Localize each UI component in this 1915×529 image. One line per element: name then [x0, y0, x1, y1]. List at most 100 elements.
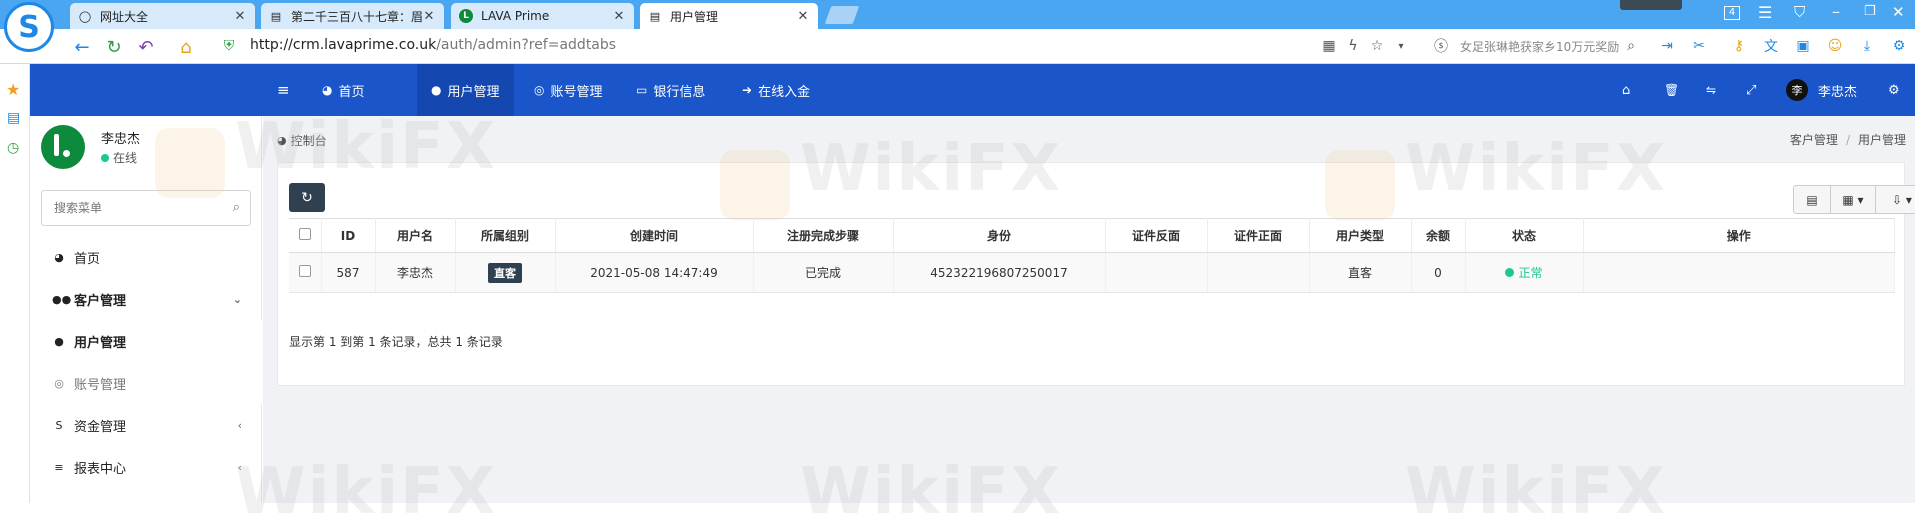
column-header[interactable]: 创建时间	[555, 218, 754, 253]
dashboard-icon: ◕	[322, 83, 333, 97]
fullscreen-icon[interactable]: ⤢	[1746, 64, 1756, 116]
restore-icon[interactable]: ❐	[1864, 4, 1876, 19]
minimize-icon[interactable]: –	[1832, 2, 1840, 21]
language-icon[interactable]: ⇋	[1706, 64, 1716, 116]
table-row[interactable]: 587 李忠杰 直客 2021-05-08 14:47:49 已完成 45232…	[289, 252, 1895, 293]
cell-created: 2021-05-08 14:47:49	[555, 252, 754, 293]
bolt-icon[interactable]: ϟ	[1344, 37, 1362, 55]
globe-icon: ◯	[78, 9, 92, 23]
refresh-button[interactable]: ↻	[289, 183, 325, 212]
search-hint[interactable]: 女足张琳艳获家乡10万元奖励	[1460, 38, 1619, 55]
column-header[interactable]: 用户类型	[1309, 218, 1412, 253]
nav-account-management[interactable]: ◎ 账号管理	[534, 64, 603, 116]
sidebar-item-account-management[interactable]: ◎ 账号管理	[30, 362, 262, 404]
trash-icon[interactable]: 🗑	[1664, 64, 1679, 116]
undo-icon[interactable]: ↶	[134, 35, 158, 59]
columns-button[interactable]: ▦ ▾	[1830, 185, 1876, 214]
settings-icon[interactable]: ⚙	[1888, 64, 1900, 116]
pagination-info: 显示第 1 到第 1 条记录，总共 1 条记录	[289, 335, 503, 349]
user-status-label: 在线	[113, 151, 138, 165]
tab-title: 第二千三百八十七章：眉	[291, 9, 422, 24]
translate-icon[interactable]: 文	[1762, 37, 1780, 55]
menu-icon[interactable]: ☰	[1758, 3, 1772, 22]
close-icon[interactable]: ✕	[422, 9, 436, 24]
history-icon[interactable]: ◷	[7, 140, 19, 156]
bookmark-icon[interactable]: ▣	[1794, 37, 1812, 55]
sidebar-item-customer-management[interactable]: ●● 客户管理 ⌄	[30, 278, 262, 320]
toggle-view-button[interactable]: ▤	[1793, 185, 1831, 214]
login-icon[interactable]: ⇥	[1658, 37, 1676, 55]
tab-3[interactable]: ▤ 用户管理 ✕	[640, 3, 818, 29]
sidebar-item-user-management[interactable]: ● 用户管理	[30, 320, 262, 362]
nav-user-management[interactable]: ● 用户管理	[417, 64, 514, 116]
account-icon: ◎	[534, 83, 545, 97]
toolbar-widget[interactable]	[1620, 0, 1682, 10]
menu-toggle-icon[interactable]: ≡	[277, 64, 290, 116]
search-engine-icon[interactable]: ⓢ	[1432, 37, 1450, 55]
close-icon[interactable]: ✕	[796, 9, 810, 24]
user-table: ID 用户名 所属组别 创建时间 注册完成步骤 身份 证件反面 证件正面 用户类…	[289, 218, 1895, 293]
browser-tab-bar: S ◯ 网址大全 ✕ ▤ 第二千三百八十七章：眉 ✕ L LAVA Prime …	[0, 0, 1915, 52]
scissors-icon[interactable]: ✂	[1690, 37, 1708, 55]
menu-search-input[interactable]	[42, 191, 202, 225]
breadcrumb-item[interactable]: 客户管理	[1790, 133, 1838, 147]
sidebar-item-report-center[interactable]: ≡ 报表中心 ‹	[30, 446, 262, 488]
grid-icon: ▦ ▾	[1842, 192, 1864, 207]
group-badge: 直客	[488, 262, 522, 283]
skin-icon[interactable]: ⛉	[1794, 3, 1805, 21]
cell-id: 587	[321, 252, 376, 293]
emoji-icon[interactable]: ☺	[1826, 37, 1844, 55]
reading-icon[interactable]: ▤	[7, 110, 20, 126]
column-header[interactable]: 用户名	[375, 218, 456, 253]
deposit-icon: ➜	[742, 83, 753, 97]
favorites-icon[interactable]: ★	[6, 80, 20, 99]
secure-shield-icon[interactable]: ⛨	[220, 37, 238, 55]
chevron-down-icon: ⌄	[232, 292, 242, 306]
tab-2[interactable]: L LAVA Prime ✕	[451, 3, 634, 29]
column-header[interactable]: 证件反面	[1105, 218, 1208, 253]
search-icon[interactable]: ⌕	[233, 200, 240, 215]
reload-icon[interactable]: ↻	[102, 35, 126, 59]
column-header[interactable]: 所属组别	[455, 218, 556, 253]
select-all-checkbox[interactable]	[298, 228, 311, 240]
column-header[interactable]: 身份	[893, 218, 1106, 253]
export-button[interactable]: ⇩ ▾	[1875, 185, 1915, 214]
dropdown-icon[interactable]: ▾	[1392, 37, 1410, 55]
avatar	[41, 125, 85, 169]
column-header[interactable]: 余额	[1411, 218, 1466, 253]
sidebar-item-home[interactable]: ◕ 首页	[30, 236, 262, 278]
download-icon[interactable]: ⤓	[1858, 37, 1876, 55]
extensions-icon[interactable]: ⚙	[1890, 37, 1908, 55]
key-icon[interactable]: ⚷	[1730, 37, 1748, 55]
user-menu[interactable]: 李 李忠杰	[1786, 64, 1857, 116]
tab-0[interactable]: ◯ 网址大全 ✕	[70, 3, 255, 29]
cell-username: 李忠杰	[375, 252, 456, 293]
back-icon[interactable]: ←	[70, 35, 94, 59]
money-icon: S	[55, 418, 63, 432]
nav-online-deposit[interactable]: ➜ 在线入金	[742, 64, 810, 116]
row-checkbox[interactable]	[298, 265, 311, 277]
star-icon[interactable]: ☆	[1368, 37, 1386, 55]
column-header[interactable]: 注册完成步骤	[753, 218, 894, 253]
sidebar-item-fund-management[interactable]: S 资金管理 ‹	[30, 404, 262, 446]
column-header[interactable]: 证件正面	[1207, 218, 1310, 253]
home-icon[interactable]: ⌂	[174, 35, 198, 59]
tab-count-badge[interactable]: 4	[1724, 6, 1740, 20]
status-dot-icon	[1505, 268, 1515, 277]
close-icon[interactable]: ✕	[233, 9, 247, 24]
new-tab-button[interactable]	[824, 6, 860, 24]
home-icon[interactable]: ⌂	[1622, 64, 1630, 116]
url-field[interactable]: http://crm.lavaprime.co.uk/auth/admin?re…	[250, 37, 616, 53]
tab-1[interactable]: ▤ 第二千三百八十七章：眉 ✕	[261, 3, 444, 29]
app-sidebar: 李忠杰 在线 ⌕ ◕ 首页 ●● 客户管理 ⌄ ● 用户管理 ◎ 账号管理 S …	[30, 116, 262, 503]
nav-bank-info[interactable]: ▭ 银行信息	[636, 64, 705, 116]
search-icon[interactable]: ⌕	[1622, 37, 1640, 55]
column-header[interactable]: ID	[321, 218, 376, 253]
sidebar-item-label: 客户管理	[74, 293, 127, 309]
column-header[interactable]: 状态	[1465, 218, 1584, 253]
close-window-icon[interactable]: ✕	[1892, 3, 1905, 21]
close-icon[interactable]: ✕	[612, 9, 626, 24]
nav-home[interactable]: ◕ 首页	[322, 64, 365, 116]
browser-logo-icon[interactable]: S	[4, 2, 54, 52]
qr-icon[interactable]: ▦	[1320, 37, 1338, 55]
